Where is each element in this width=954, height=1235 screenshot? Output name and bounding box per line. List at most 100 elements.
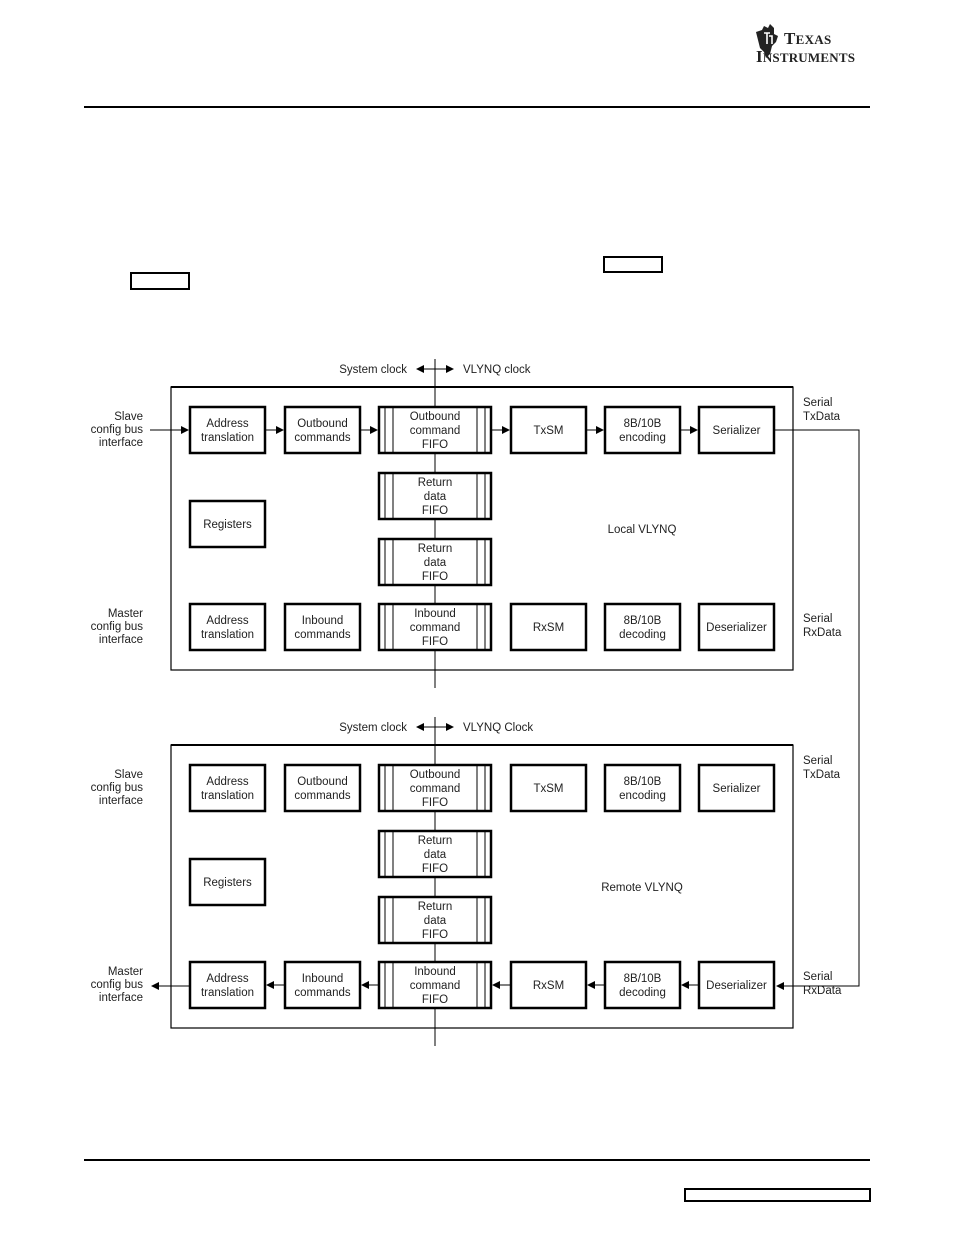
- system-clock-label: System clock: [339, 364, 407, 376]
- block-inbound-commands-box: [283, 960, 362, 1010]
- block-address-translation-label: Address: [206, 776, 248, 788]
- master-config-bus-label: config bus: [91, 621, 144, 633]
- block-address-translation-label: translation: [201, 629, 254, 641]
- block-encoding-label: 8B/10B: [624, 776, 662, 788]
- master-config-bus-label: config bus: [91, 979, 144, 991]
- block-address-translation-label: Address: [206, 418, 248, 430]
- master-config-bus-label: interface: [99, 992, 143, 1004]
- block-inbound-commands-label: Inbound: [302, 973, 344, 985]
- block-decoding-label: decoding: [619, 629, 666, 641]
- block-outbound-commands-box: [283, 763, 362, 813]
- slave-config-bus-label: config bus: [91, 782, 144, 794]
- block-deserializer-label: Deserializer: [706, 622, 767, 634]
- block-outbound-command-fifo-label: command: [410, 783, 461, 795]
- slave-config-bus-label: Slave: [114, 411, 143, 423]
- block-encoding-box: [603, 405, 682, 455]
- block-outbound-commands-label: commands: [294, 790, 350, 802]
- block-deserializer-label: Deserializer: [706, 980, 767, 992]
- block-return-data-fifo-label: data: [424, 915, 447, 927]
- serial-rxdata-label: Serial: [803, 613, 832, 625]
- serial-txdata-label: Serial: [803, 755, 832, 767]
- block-return-data-fifo-label: data: [424, 849, 447, 861]
- block-return-data-fifo-label: FIFO: [422, 571, 448, 583]
- system-clock-label: System clock: [339, 722, 407, 734]
- block-address-translation-box: [188, 405, 267, 455]
- slave-config-bus-label: config bus: [91, 424, 144, 436]
- block-registers-label: Registers: [203, 519, 252, 531]
- serial-txdata-label: TxData: [803, 769, 841, 781]
- block-address-translation-label: Address: [206, 615, 248, 627]
- block-decoding-label: decoding: [619, 987, 666, 999]
- block-decoding-label: 8B/10B: [624, 615, 662, 627]
- block-outbound-command-fifo-label: FIFO: [422, 797, 448, 809]
- block-outbound-commands-label: Outbound: [297, 776, 348, 788]
- block-inbound-command-fifo-label: command: [410, 622, 461, 634]
- serial-rxdata-label: Serial: [803, 971, 832, 983]
- block-return-data-fifo-label: Return: [418, 477, 453, 489]
- block-txsm-label: TxSM: [533, 425, 563, 437]
- block-return-data-fifo-label: FIFO: [422, 863, 448, 875]
- block-outbound-commands-label: Outbound: [297, 418, 348, 430]
- block-txsm-label: TxSM: [533, 783, 563, 795]
- master-config-bus-label: interface: [99, 634, 143, 646]
- block-address-translation-label: Address: [206, 973, 248, 985]
- block-return-data-fifo-label: data: [424, 491, 447, 503]
- slave-config-bus-label: Slave: [114, 769, 143, 781]
- serial-link-wire: [775, 429, 860, 990]
- block-inbound-commands-label: commands: [294, 987, 350, 999]
- block-inbound-command-fifo-label: FIFO: [422, 636, 448, 648]
- block-rxsm-label: RxSM: [533, 622, 564, 634]
- block-encoding-label: 8B/10B: [624, 418, 662, 430]
- block-return-data-fifo-label: Return: [418, 543, 453, 555]
- footer-link-box[interactable]: [684, 1188, 871, 1202]
- block-encoding-label: encoding: [619, 790, 666, 802]
- block-outbound-command-fifo-label: command: [410, 425, 461, 437]
- master-config-bus-label: Master: [108, 608, 143, 620]
- serial-rxdata-label: RxData: [803, 985, 842, 997]
- serial-txdata-label: TxData: [803, 411, 841, 423]
- serial-txdata-label: Serial: [803, 397, 832, 409]
- vlynq-clock-label: VLYNQ clock: [463, 364, 531, 376]
- block-outbound-command-fifo-label: Outbound: [410, 769, 461, 781]
- block-encoding-box: [603, 763, 682, 813]
- module-name-label: Remote VLYNQ: [601, 882, 683, 894]
- block-outbound-commands-label: commands: [294, 432, 350, 444]
- block-rxsm-label: RxSM: [533, 980, 564, 992]
- block-return-data-fifo-label: Return: [418, 835, 453, 847]
- block-decoding-label: 8B/10B: [624, 973, 662, 985]
- block-serializer-label: Serializer: [713, 425, 761, 437]
- master-config-bus-label: Master: [108, 966, 143, 978]
- block-outbound-command-fifo-label: FIFO: [422, 439, 448, 451]
- vlynq-block-diagram: System clock VLYNQ clock Local VLYNQ Addres…: [91, 359, 860, 1046]
- footer-rule: [84, 1159, 870, 1161]
- block-inbound-command-fifo-label: Inbound: [414, 966, 456, 978]
- block-address-translation-box: [188, 960, 267, 1010]
- block-address-translation-box: [188, 763, 267, 813]
- block-return-data-fifo-label: Return: [418, 901, 453, 913]
- block-serializer-label: Serializer: [713, 783, 761, 795]
- block-inbound-commands-label: commands: [294, 629, 350, 641]
- serial-rxdata-label: RxData: [803, 627, 842, 639]
- block-inbound-command-fifo-label: FIFO: [422, 994, 448, 1006]
- block-inbound-command-fifo-label: Inbound: [414, 608, 456, 620]
- block-inbound-commands-label: Inbound: [302, 615, 344, 627]
- block-inbound-commands-box: [283, 602, 362, 652]
- block-outbound-command-fifo-label: Outbound: [410, 411, 461, 423]
- block-registers-label: Registers: [203, 877, 252, 889]
- block-encoding-label: encoding: [619, 432, 666, 444]
- block-inbound-command-fifo-label: command: [410, 980, 461, 992]
- block-decoding-box: [603, 602, 682, 652]
- block-address-translation-label: translation: [201, 987, 254, 999]
- slave-config-bus-label: interface: [99, 795, 143, 807]
- block-address-translation-label: translation: [201, 790, 254, 802]
- vlynq-clock-label: VLYNQ Clock: [463, 722, 533, 734]
- block-address-translation-box: [188, 602, 267, 652]
- module-name-label: Local VLYNQ: [608, 524, 677, 536]
- block-return-data-fifo-label: data: [424, 557, 447, 569]
- block-return-data-fifo-label: FIFO: [422, 505, 448, 517]
- slave-config-bus-label: interface: [99, 437, 143, 449]
- block-address-translation-label: translation: [201, 432, 254, 444]
- block-return-data-fifo-label: FIFO: [422, 929, 448, 941]
- block-decoding-box: [603, 960, 682, 1010]
- block-outbound-commands-box: [283, 405, 362, 455]
